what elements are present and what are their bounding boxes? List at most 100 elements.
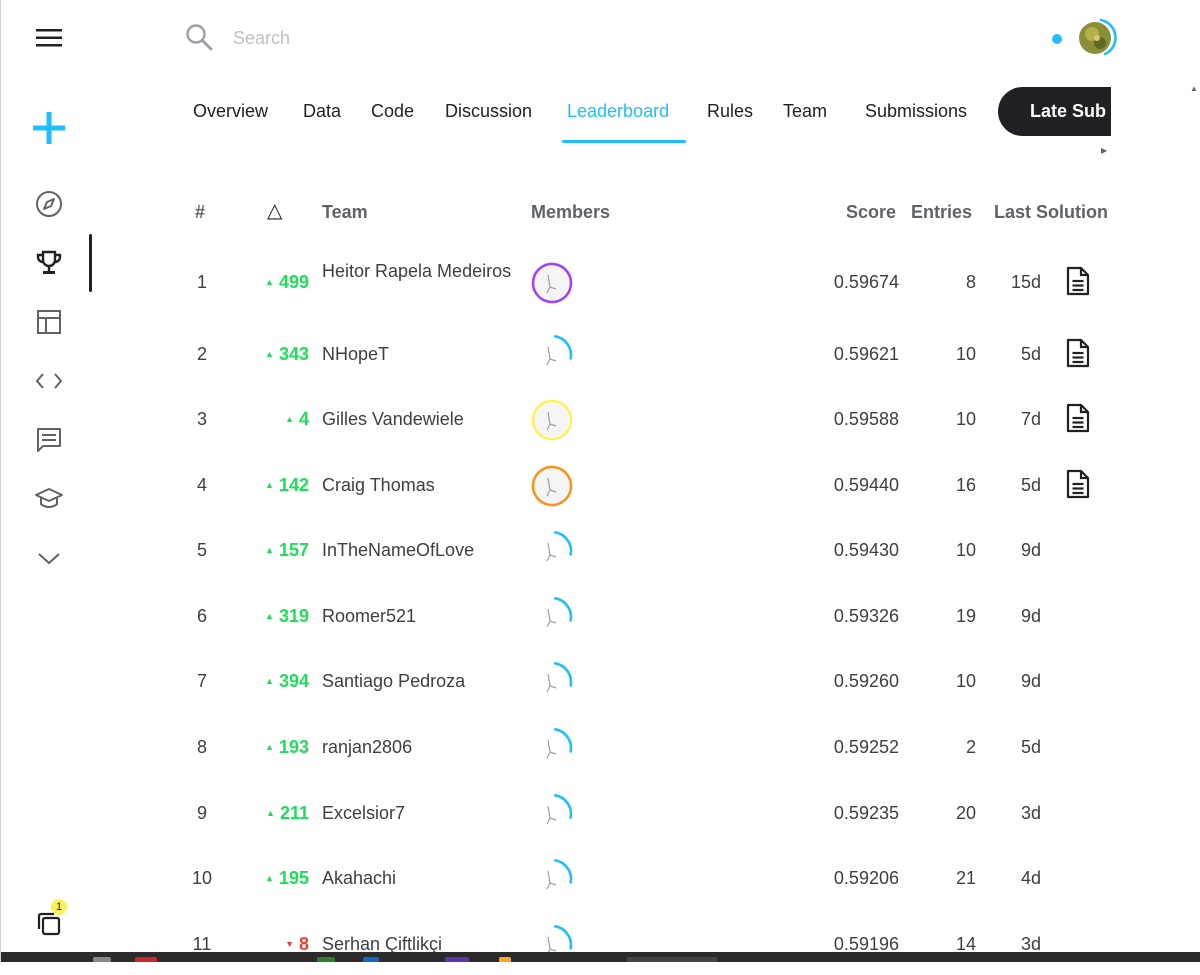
- rank-change-cell: ▲ 319: [241, 606, 309, 627]
- score-cell: 0.59206: [833, 868, 899, 888]
- rank-change-value: 211: [279, 803, 309, 823]
- triangle-down-icon: ▼: [285, 939, 294, 949]
- rank-change-value: 193: [278, 737, 309, 757]
- rank-change-cell: ▲ 343: [241, 344, 309, 365]
- team-name[interactable]: NHopeT: [322, 341, 522, 368]
- active-nav-indicator: [89, 234, 92, 292]
- rank-change-value: 142: [278, 475, 309, 495]
- member-avatar[interactable]: [530, 660, 574, 704]
- member-avatar[interactable]: [530, 595, 574, 639]
- trophy-icon[interactable]: [29, 243, 69, 283]
- last-submission-cell: 4d: [1020, 868, 1041, 888]
- left-navigation-rail: 1: [1, 0, 97, 962]
- column-last-solution: Last Solution: [994, 202, 1108, 222]
- member-avatar[interactable]: [530, 261, 574, 305]
- rank-change-value: 343: [278, 344, 309, 364]
- rank-change-cell: ▲ 4: [241, 409, 309, 430]
- chevron-down-icon[interactable]: [29, 538, 69, 578]
- comment-icon[interactable]: [29, 420, 69, 460]
- compass-icon[interactable]: [29, 184, 69, 224]
- tab-code[interactable]: Code: [371, 101, 414, 122]
- member-avatar[interactable]: [530, 398, 574, 442]
- user-avatar[interactable]: [1075, 16, 1119, 60]
- taskbar-app[interactable]: [363, 957, 379, 962]
- column-members: Members: [531, 202, 611, 222]
- team-name[interactable]: Roomer521: [322, 603, 522, 630]
- rank-cell: 1: [196, 272, 207, 292]
- table-row: 6 ▲ 319 Roomer521 0.59326 19 9d: [181, 587, 1131, 647]
- column-entries[interactable]: Entries: [911, 202, 972, 223]
- entries-cell: 16: [955, 475, 976, 495]
- search-icon[interactable]: [184, 22, 214, 52]
- rank-change-value: 157: [278, 540, 309, 560]
- triangle-up-icon: ▲: [266, 808, 275, 818]
- score-cell: 0.59674: [833, 272, 899, 292]
- triangle-up-icon: ▲: [265, 873, 274, 883]
- tab-rules[interactable]: Rules: [707, 101, 753, 122]
- member-avatar[interactable]: [530, 726, 574, 770]
- member-avatar[interactable]: [530, 464, 574, 508]
- member-avatar[interactable]: [530, 333, 574, 377]
- member-avatar[interactable]: [530, 857, 574, 901]
- rank-cell: 4: [196, 475, 207, 495]
- page: 1 Overview Data Code Discussion Leaderbo…: [0, 0, 1200, 966]
- document-icon[interactable]: [1065, 469, 1091, 499]
- entries-cell: 10: [955, 344, 976, 364]
- table-row: 1 ▲ 499 Heitor Rapela Medeiros 0.59674 8 …: [181, 253, 1131, 313]
- create-icon[interactable]: [29, 108, 69, 148]
- triangle-up-icon: ▲: [265, 277, 274, 287]
- taskbar-app[interactable]: [317, 957, 335, 962]
- taskbar-app[interactable]: [135, 957, 157, 962]
- table-row: 11 ▼ 8 Serhan Çiftlikçi 0.59196 14 3d: [181, 915, 1131, 975]
- rank-change-cell: ▲ 193: [241, 737, 309, 758]
- active-tab-underline: [562, 140, 686, 143]
- team-name[interactable]: Gilles Vandewiele: [322, 406, 522, 433]
- team-name[interactable]: Akahachi: [322, 865, 522, 892]
- member-avatar[interactable]: [530, 792, 574, 836]
- search-input[interactable]: [223, 20, 783, 56]
- entries-cell: 8: [965, 272, 976, 292]
- document-icon[interactable]: [1065, 338, 1091, 368]
- entries-cell: 2: [965, 737, 976, 757]
- taskbar-app[interactable]: [445, 957, 469, 962]
- rank-change-cell: ▲ 157: [241, 540, 309, 561]
- tab-team[interactable]: Team: [783, 101, 827, 122]
- team-name[interactable]: Craig Thomas: [322, 472, 522, 499]
- column-score[interactable]: Score: [846, 202, 896, 223]
- taskbar-app[interactable]: [93, 957, 111, 962]
- tab-scroll-right-icon[interactable]: ▶: [1101, 146, 1107, 155]
- table-row: 8 ▲ 193 ranjan2806 0.59252 2 5d: [181, 718, 1131, 778]
- score-cell: 0.59440: [833, 475, 899, 495]
- score-cell: 0.59430: [833, 540, 899, 560]
- code-icon[interactable]: [29, 361, 69, 401]
- rank-change-cell: ▲ 195: [241, 868, 309, 889]
- notification-badge: 1: [51, 899, 67, 915]
- member-avatar[interactable]: [530, 529, 574, 573]
- team-name[interactable]: ranjan2806: [322, 734, 522, 761]
- score-cell: 0.59621: [833, 344, 899, 364]
- graduation-cap-icon[interactable]: [29, 479, 69, 519]
- table-icon[interactable]: [29, 302, 69, 342]
- last-submission-cell: 9d: [1020, 606, 1041, 626]
- team-name[interactable]: Excelsior7: [322, 800, 522, 827]
- taskbar-app[interactable]: [499, 957, 511, 962]
- table-row: 4 ▲ 142 Craig Thomas 0.59440 16 5d: [181, 456, 1131, 516]
- tab-submissions[interactable]: Submissions: [865, 101, 967, 122]
- taskbar-app[interactable]: [627, 957, 717, 962]
- rank-change-cell: ▲ 394: [241, 671, 309, 692]
- menu-icon[interactable]: [29, 18, 69, 58]
- team-name[interactable]: InTheNameOfLove: [322, 537, 522, 564]
- last-submission-cell: 9d: [1020, 540, 1041, 560]
- document-icon[interactable]: [1065, 403, 1091, 433]
- triangle-up-icon: ▲: [265, 545, 274, 555]
- document-icon[interactable]: [1065, 266, 1091, 296]
- tab-discussion[interactable]: Discussion: [445, 101, 532, 122]
- rank-change-value: 394: [278, 671, 309, 691]
- tab-data[interactable]: Data: [303, 101, 341, 122]
- tab-leaderboard[interactable]: Leaderboard: [567, 101, 669, 122]
- team-name[interactable]: Santiago Pedroza: [322, 668, 522, 695]
- rank-change-cell: ▲ 211: [241, 803, 309, 824]
- tab-overview[interactable]: Overview: [193, 101, 268, 122]
- team-name[interactable]: Heitor Rapela Medeiros: [322, 258, 514, 285]
- page-scroll-up-icon[interactable]: ▲: [1190, 84, 1198, 93]
